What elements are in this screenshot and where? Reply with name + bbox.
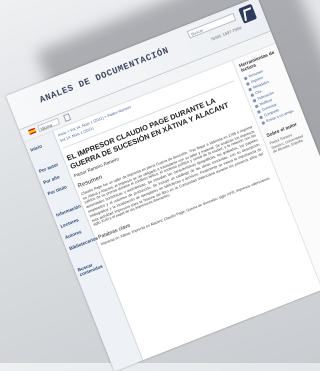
notify-icon: [254, 103, 259, 108]
index-icon: [252, 98, 257, 103]
nav-item-autores[interactable]: Autores: [64, 225, 91, 240]
nav-item-por-ano[interactable]: Por año: [43, 171, 70, 185]
share-icon: [259, 115, 263, 119]
author-block: Sobre el autor Pastor Raneiro Raneiro, U…: [262, 119, 313, 156]
document-icon[interactable]: [63, 113, 72, 122]
abstract-icon: [243, 76, 248, 80]
spain-flag-icon[interactable]: [28, 127, 37, 135]
nav-item-informacion[interactable]: Información: [55, 203, 82, 217]
print-icon: [245, 81, 250, 86]
email-icon: [261, 120, 266, 125]
nav-group-browse: Por autor Por año Por título: [35, 159, 74, 197]
nav-item-por-autor[interactable]: Por autor: [38, 159, 65, 174]
nav-item-lectores[interactable]: Lectores: [60, 214, 87, 229]
cite-icon: [250, 92, 255, 97]
nav-item-inicio[interactable]: Inicio: [30, 138, 57, 153]
nav-group-search: Buscar contenidos: [74, 258, 106, 278]
comment-icon: [256, 109, 261, 114]
nav-item-por-titulo[interactable]: Por título: [47, 182, 74, 196]
nav-item-bibliotecarios[interactable]: Bibliotecarios: [69, 235, 99, 251]
publisher-logo-icon: [238, 3, 258, 24]
nav-item-buscar[interactable]: Buscar contenidos: [77, 258, 106, 277]
metadata-icon: [248, 87, 252, 92]
